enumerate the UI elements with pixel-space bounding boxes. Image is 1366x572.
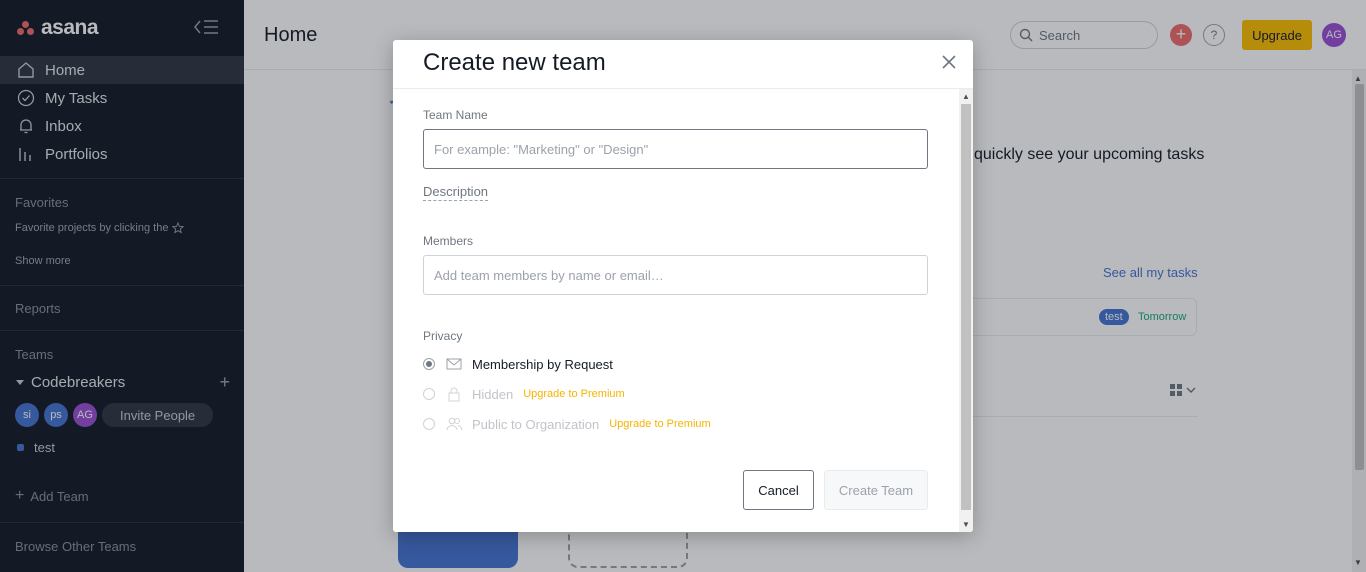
members-input[interactable] [423, 255, 928, 295]
privacy-option-membership-by-request[interactable]: Membership by Request [423, 354, 613, 374]
upgrade-to-premium-link[interactable]: Upgrade to Premium [523, 388, 625, 400]
privacy-option-hidden: Hidden Upgrade to Premium [423, 384, 625, 404]
privacy-radio[interactable] [423, 358, 435, 370]
members-label: Members [423, 234, 474, 248]
privacy-option-label: Hidden [472, 386, 514, 402]
privacy-radio [423, 418, 435, 430]
privacy-option-label: Membership by Request [472, 356, 613, 372]
create-team-button[interactable]: Create Team [824, 470, 928, 510]
scroll-up-arrow[interactable]: ▲ [962, 92, 970, 101]
privacy-option-label: Public to Organization [472, 416, 600, 432]
team-name-input[interactable] [423, 129, 928, 169]
upgrade-to-premium-link[interactable]: Upgrade to Premium [609, 418, 711, 430]
dialog-title: Create new team [423, 49, 606, 76]
privacy-label: Privacy [423, 329, 463, 343]
people-icon [446, 417, 462, 431]
envelope-icon [446, 358, 462, 370]
cancel-button[interactable]: Cancel [743, 470, 814, 510]
privacy-option-public: Public to Organization Upgrade to Premiu… [423, 414, 711, 434]
lock-icon [448, 387, 460, 402]
dialog-header: Create new team [393, 40, 973, 89]
create-team-dialog: Create new team Team Name Description Me… [393, 40, 973, 532]
privacy-radio [423, 388, 435, 400]
team-name-label: Team Name [423, 108, 488, 122]
scroll-down-arrow[interactable]: ▼ [962, 520, 970, 529]
description-link[interactable]: Description [423, 184, 489, 201]
dialog-scrollbar-thumb[interactable] [961, 104, 971, 510]
close-icon[interactable] [939, 52, 959, 72]
